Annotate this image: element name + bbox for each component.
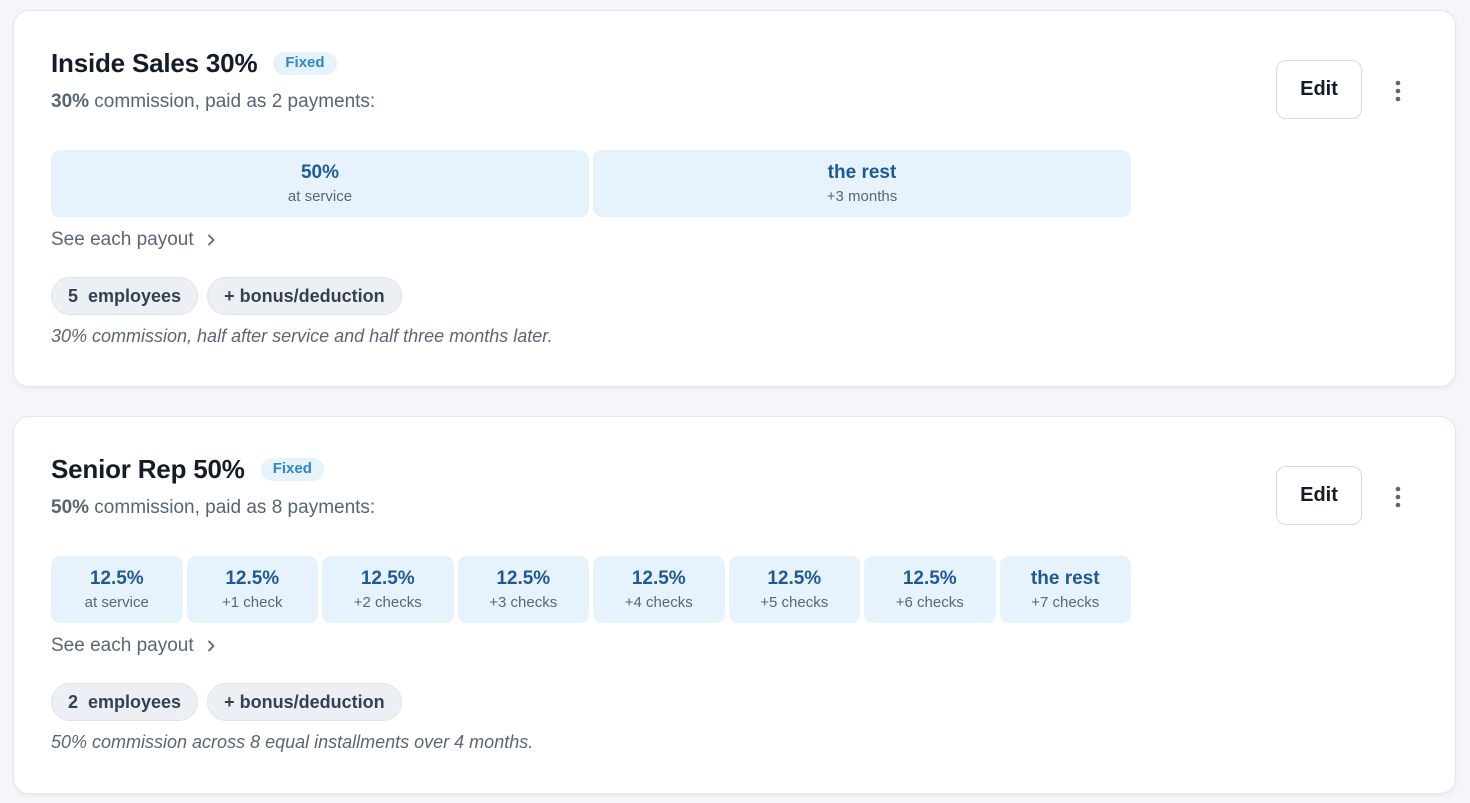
chevron-right-icon (206, 233, 216, 247)
see-each-payout-label: See each payout (51, 635, 194, 656)
payout-segment-label: at service (84, 593, 149, 611)
payout-segment: the rest +7 checks (999, 556, 1131, 623)
payout-segment-value: 12.5% (360, 567, 415, 589)
payout-segment-label: +3 months (826, 187, 898, 205)
plan-header: Senior Rep 50% Fixed (51, 453, 324, 485)
plan-type-badge: Fixed (260, 457, 324, 481)
employees-label: employees (88, 691, 182, 712)
plan-title: Inside Sales 30% (51, 47, 258, 78)
bonus-deduction-chip[interactable]: + bonus/deduction (207, 683, 402, 721)
payout-segment-value: 12.5% (89, 567, 144, 589)
plan-title: Senior Rep 50% (51, 453, 245, 484)
plan-chips: 5 employees + bonus/deduction (51, 277, 402, 315)
plan-type-badge: Fixed (273, 51, 337, 75)
payout-schedule-bar: 12.5% at service 12.5% +1 check 12.5% +2… (51, 556, 1131, 623)
plan-chips: 2 employees + bonus/deduction (51, 683, 402, 721)
payout-segment: 12.5% +1 check (186, 556, 318, 623)
more-vertical-icon (1395, 486, 1401, 508)
plan-summary: 30% commission, paid as 2 payments: (51, 91, 375, 113)
payout-segment-value: 12.5% (225, 567, 280, 589)
summary-text: commission, paid as 8 payments: (89, 497, 376, 518)
payout-segment: 12.5% +5 checks (728, 556, 860, 623)
payout-segment: 12.5% at service (51, 556, 183, 623)
summary-percentage: 50% (51, 497, 90, 518)
employee-count: 2 (68, 691, 79, 712)
payout-segment-label: +5 checks (760, 593, 829, 611)
payout-segment: 12.5% +3 checks (457, 556, 589, 623)
plan-description: 30% commission, half after service and h… (51, 326, 553, 346)
payout-segment-value: 12.5% (496, 567, 551, 589)
see-each-payout-label: See each payout (51, 229, 194, 250)
payout-segment: 12.5% +4 checks (593, 556, 725, 623)
commission-plan-card: Inside Sales 30% Fixed 30% commission, p… (13, 10, 1456, 387)
payout-segment: the rest +3 months (593, 150, 1131, 217)
payout-segment-value: 12.5% (902, 567, 957, 589)
employees-chip[interactable]: 5 employees (51, 277, 199, 315)
payout-segment: 12.5% +2 checks (322, 556, 454, 623)
summary-percentage: 30% (51, 91, 90, 112)
payout-segment-label: +3 checks (489, 593, 558, 611)
employees-chip[interactable]: 2 employees (51, 683, 199, 721)
plan-description: 50% commission across 8 equal installmen… (51, 732, 534, 752)
more-options-button[interactable] (1386, 483, 1410, 511)
edit-button[interactable]: Edit (1276, 466, 1362, 525)
payout-segment-label: +4 checks (624, 593, 693, 611)
payout-segment-label: +2 checks (353, 593, 422, 611)
plan-summary: 50% commission, paid as 8 payments: (51, 497, 375, 519)
employees-label: employees (88, 285, 182, 306)
payout-segment-value: 12.5% (767, 567, 822, 589)
payout-segment-label: +7 checks (1031, 593, 1100, 611)
payout-segment: 50% at service (51, 150, 589, 217)
bonus-deduction-chip[interactable]: + bonus/deduction (207, 277, 402, 315)
see-each-payout-link[interactable]: See each payout (51, 635, 216, 657)
plan-header: Inside Sales 30% Fixed (51, 47, 337, 79)
more-options-button[interactable] (1386, 77, 1410, 105)
see-each-payout-link[interactable]: See each payout (51, 229, 216, 251)
payout-segment-label: +1 check (222, 593, 283, 611)
payout-segment-value: the rest (1030, 567, 1100, 589)
commission-plan-card: Senior Rep 50% Fixed 50% commission, pai… (13, 416, 1456, 794)
payout-segment-label: at service (287, 187, 353, 205)
payout-segment-label: +6 checks (895, 593, 964, 611)
summary-text: commission, paid as 2 payments: (89, 91, 376, 112)
payout-schedule-bar: 50% at service the rest +3 months (51, 150, 1131, 217)
chevron-right-icon (206, 639, 216, 653)
payout-segment-value: 50% (300, 161, 340, 183)
payout-segment-value: the rest (827, 161, 897, 183)
payout-segment-value: 12.5% (631, 567, 686, 589)
employee-count: 5 (68, 285, 79, 306)
payout-segment: 12.5% +6 checks (864, 556, 996, 623)
edit-button[interactable]: Edit (1276, 60, 1362, 119)
more-vertical-icon (1395, 80, 1401, 102)
